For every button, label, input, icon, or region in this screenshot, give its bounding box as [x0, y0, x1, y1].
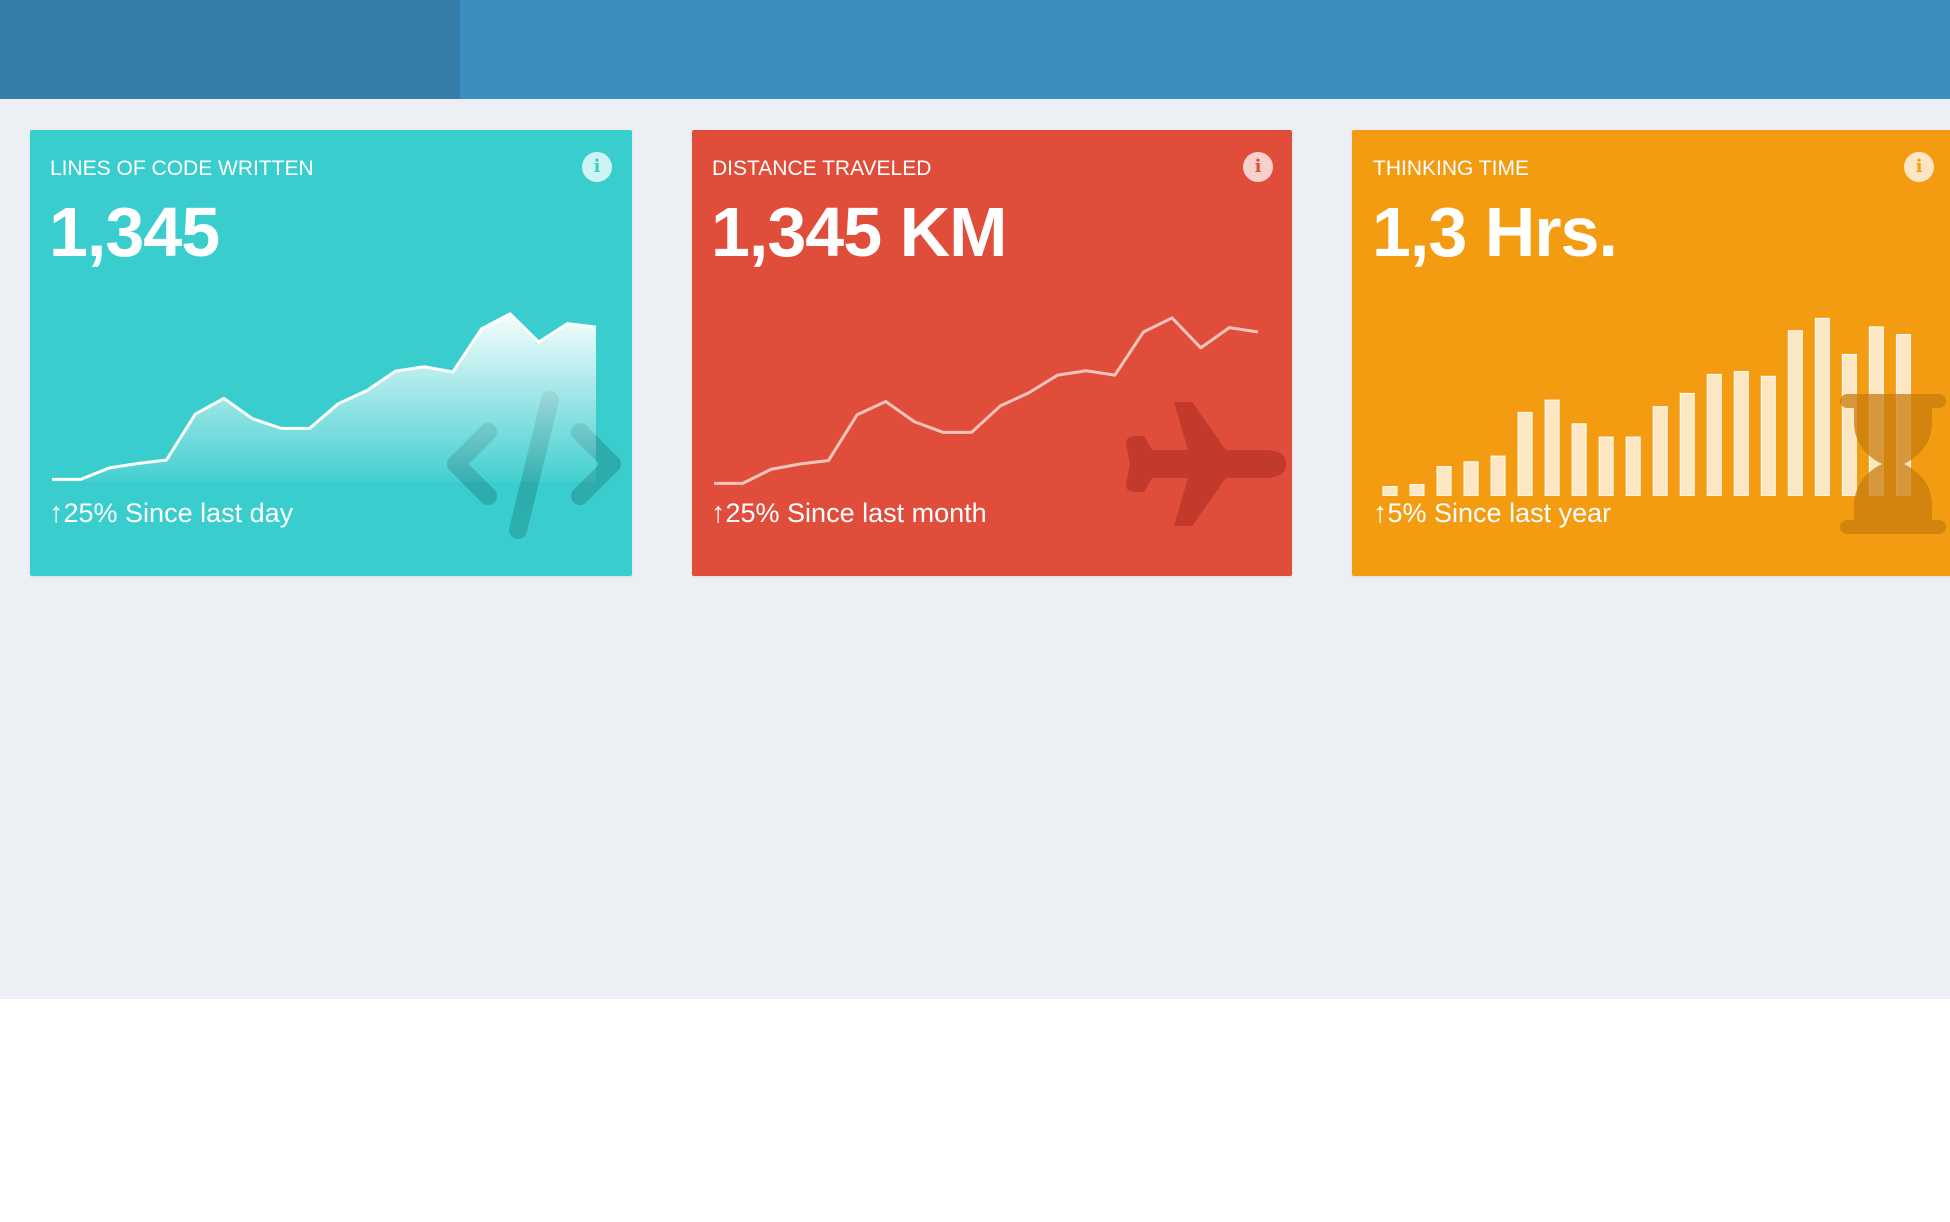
sparkline-bar — [1571, 423, 1587, 496]
sparkline-bar — [1625, 436, 1641, 496]
card-title: LINES OF CODE WRITTEN — [50, 157, 314, 180]
sparkline-bar — [1733, 371, 1749, 496]
trend-text: ↑25% Since last month — [711, 497, 987, 530]
trend-up-arrow-icon: ↑ — [711, 497, 726, 529]
card-title: DISTANCE TRAVELED — [712, 157, 932, 180]
top-navbar — [0, 0, 1950, 99]
sparkline-area — [52, 313, 596, 482]
trend-label: 5% Since last year — [1387, 498, 1612, 528]
card-value: 1,345 KM — [711, 193, 1007, 271]
sparkline-bar — [1598, 436, 1614, 496]
sparkline-bar — [1544, 399, 1560, 496]
trend-text: ↑25% Since last day — [49, 497, 293, 530]
card-value: 1,3 Hrs. — [1372, 193, 1618, 271]
sparkline-bar — [1463, 461, 1479, 496]
navbar-brand-area — [0, 0, 460, 99]
trend-text: ↑5% Since last year — [1373, 497, 1611, 530]
sparkline-bar — [1517, 411, 1533, 496]
sparkline-bar — [1490, 455, 1506, 496]
sparkline-bar — [1679, 392, 1695, 496]
card-value: 1,345 — [49, 193, 220, 271]
sparkline-bar — [1706, 373, 1722, 496]
sparkline-line — [714, 316, 1258, 485]
info-icon[interactable]: i — [1904, 152, 1934, 182]
info-icon[interactable]: i — [1243, 152, 1273, 182]
sparkline-bar — [1787, 330, 1803, 496]
sparkline-bar — [1382, 486, 1398, 496]
trend-label: 25% Since last day — [63, 498, 294, 528]
sparkline-bar — [1436, 466, 1452, 496]
info-icon[interactable]: i — [582, 152, 612, 182]
hourglass-icon — [1840, 394, 1946, 534]
trend-up-arrow-icon: ↑ — [1373, 497, 1388, 529]
card-title: THINKING TIME — [1373, 157, 1529, 180]
trend-label: 25% Since last month — [725, 498, 987, 528]
trend-up-arrow-icon: ↑ — [49, 497, 64, 529]
sparkline-bar — [1409, 484, 1425, 496]
sparkline-bar — [1814, 317, 1830, 496]
line-sparkline — [714, 316, 1258, 485]
sparkline-bar — [1760, 375, 1776, 496]
sparkline-bar — [1652, 406, 1668, 496]
area-sparkline — [52, 312, 596, 482]
